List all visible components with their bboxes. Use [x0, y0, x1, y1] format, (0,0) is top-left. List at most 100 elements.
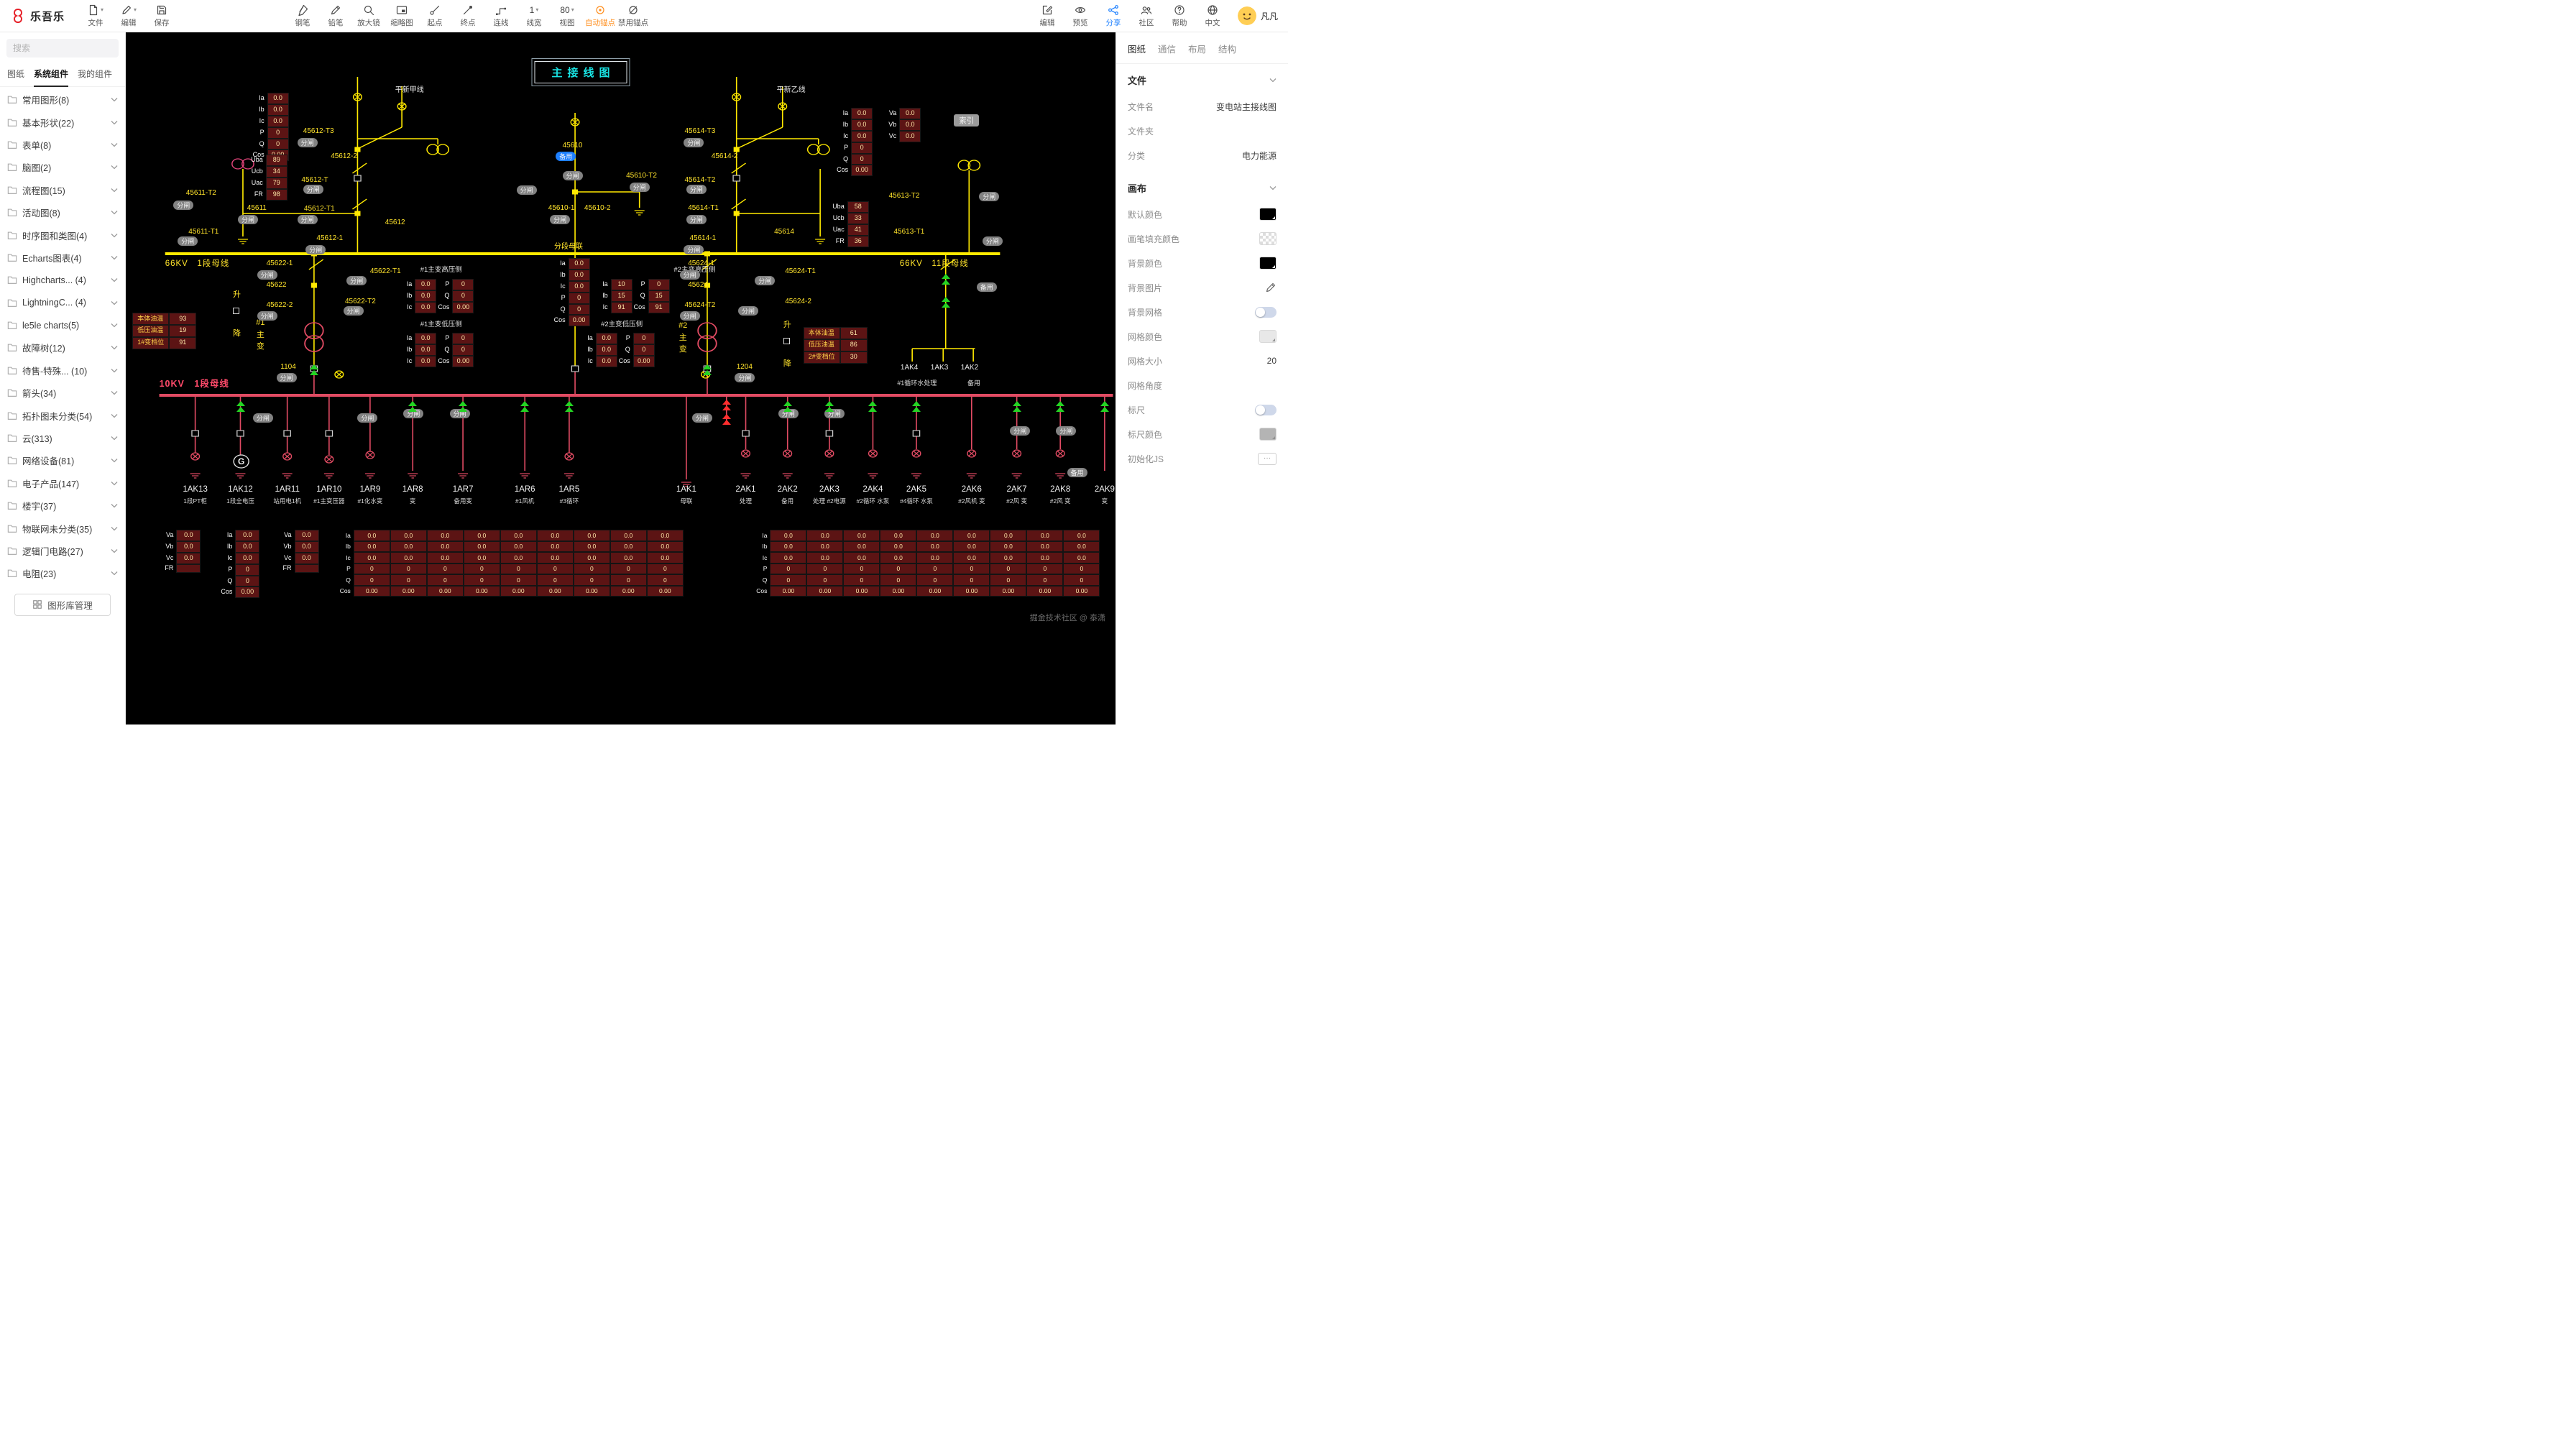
sidebar-category-21[interactable]: 电阻(23) [0, 562, 125, 584]
device-label[interactable]: 45622-1 [267, 260, 293, 268]
color-swatch-default-color[interactable] [1259, 208, 1276, 221]
action-community[interactable]: 社区 [1130, 1, 1163, 31]
status-badge[interactable]: 分闸 [738, 306, 758, 316]
sidebar-category-8[interactable]: Highcharts... (4) [0, 269, 125, 291]
sidebar-category-4[interactable]: 流程图(15) [0, 179, 125, 201]
device-label[interactable]: 1104 [280, 364, 296, 372]
sidebar-category-10[interactable]: le5le charts(5) [0, 314, 125, 336]
sidebar-category-5[interactable]: 活动图(8) [0, 201, 125, 224]
status-badge[interactable]: 备用 [977, 282, 997, 292]
device-label[interactable]: 45613-T2 [889, 193, 920, 201]
more-init-js[interactable]: ··· [1258, 453, 1276, 465]
feeder-2AK3[interactable]: 2AK3 [819, 485, 840, 494]
status-badge[interactable]: 分闸 [686, 185, 707, 194]
meter-panel[interactable]: Uba89Ucb34Uac79FR98 [249, 155, 288, 201]
status-badge[interactable]: 分闸 [298, 215, 318, 224]
status-badge[interactable]: 分闸 [686, 215, 707, 224]
feeder-1AR6[interactable]: 1AR6 [515, 485, 535, 494]
feeder-1AK13[interactable]: 1AK13 [183, 485, 208, 494]
status-badge[interactable]: 分闸 [1010, 426, 1030, 436]
device-label[interactable]: 45612-T [301, 177, 328, 185]
status-badge[interactable]: 分闸 [238, 215, 258, 224]
meter-panel-double[interactable]: Ia0.0P0Ib0.0Q0Ic0.0Cos0.00 [405, 333, 474, 367]
tap-indicator-box[interactable] [783, 338, 790, 344]
flow-indicator-arrow[interactable] [520, 401, 529, 413]
status-badge[interactable]: 分闸 [979, 192, 999, 201]
action-language[interactable]: 中文 [1196, 1, 1229, 31]
sidebar-category-0[interactable]: 常用图形(8) [0, 88, 125, 111]
sidebar-category-16[interactable]: 网络设备(81) [0, 449, 125, 472]
status-badge[interactable]: 分闸 [684, 245, 704, 254]
tool-end-point[interactable]: 终点 [451, 1, 484, 31]
device-label[interactable]: 45624-T1 [785, 268, 816, 276]
tool-magnifier[interactable]: 放大镜 [352, 1, 385, 31]
flow-indicator-arrow[interactable] [942, 274, 950, 286]
flow-indicator-arrow[interactable] [722, 414, 731, 426]
status-badge[interactable]: 分闸 [692, 413, 712, 423]
device-label[interactable]: 45614 [774, 229, 794, 236]
feeder-1AR11[interactable]: 1AR11 [275, 485, 300, 494]
meter-panel[interactable]: Uba58Ucb33Uac41FR36 [831, 201, 869, 247]
meter-panel[interactable]: Ia0.0Ib0.0Ic0.0P0Q0Cos0.00 [835, 108, 873, 176]
device-label[interactable]: 45611-T1 [188, 229, 218, 236]
flow-indicator-arrow[interactable] [942, 297, 950, 309]
sidebar-category-2[interactable]: 表单(8) [0, 134, 125, 156]
measurement-table[interactable]: Va0.0Vb0.0Vc0.0FR [282, 530, 319, 573]
device-label[interactable]: 45612-1 [316, 235, 343, 243]
feeder-1AR7[interactable]: 1AR7 [453, 485, 474, 494]
feeder-2AK1[interactable]: 2AK1 [735, 485, 755, 494]
tap-indicator-box[interactable] [233, 308, 239, 314]
panel-tab-0[interactable]: 图纸 [1128, 42, 1146, 55]
sidebar-tab-0[interactable]: 图纸 [7, 68, 24, 86]
device-label[interactable]: 45614-1 [690, 235, 717, 243]
flow-indicator-arrow[interactable] [722, 400, 731, 412]
status-badge[interactable]: 索引 [954, 114, 979, 126]
feeder-2AK2[interactable]: 2AK2 [778, 485, 798, 494]
toggle-ruler[interactable] [1255, 405, 1276, 415]
app-logo[interactable]: 乐吾乐 [10, 8, 65, 24]
sidebar-tab-1[interactable]: 系统组件 [34, 68, 68, 86]
feeder-1AK1[interactable]: 1AK1 [676, 485, 696, 494]
toggle-background-grid[interactable] [1255, 307, 1276, 318]
flow-indicator-arrow[interactable] [1056, 401, 1064, 413]
user-profile[interactable]: 凡凡 [1238, 6, 1278, 25]
flow-indicator-arrow[interactable] [825, 401, 834, 413]
device-label[interactable]: 1204 [737, 364, 753, 372]
search-input[interactable] [6, 39, 119, 58]
feeder-2AK6[interactable]: 2AK6 [962, 485, 982, 494]
flow-indicator-arrow[interactable] [408, 401, 417, 413]
field-category[interactable]: 电力能源 [1242, 150, 1276, 162]
feeder-2AK5[interactable]: 2AK5 [906, 485, 926, 494]
tap-control-label[interactable]: 升 [233, 288, 241, 300]
status-badge[interactable]: 备用 [1067, 468, 1087, 477]
device-label[interactable]: 45610-T2 [626, 172, 657, 180]
panel-tab-2[interactable]: 布局 [1188, 42, 1206, 55]
feeder-2AK8[interactable]: 2AK8 [1050, 485, 1070, 494]
feeder-1AK12[interactable]: 1AK12 [228, 485, 253, 494]
status-badge[interactable]: 分闸 [1056, 426, 1076, 436]
feeder-1AR10[interactable]: 1AR10 [316, 485, 341, 494]
feeder-1AR8[interactable]: 1AR8 [402, 485, 423, 494]
device-label[interactable]: 45622-2 [267, 302, 293, 310]
measurement-table-wide[interactable]: Ia0.00.00.00.00.00.00.00.00.0Ib0.00.00.0… [339, 530, 684, 597]
sidebar-category-14[interactable]: 拓扑图未分类(54) [0, 404, 125, 426]
status-badge[interactable]: 分闸 [298, 138, 318, 147]
device-label[interactable]: 平新甲线 [395, 87, 424, 95]
device-label[interactable]: 45614-T2 [685, 177, 716, 185]
measurement-table-wide[interactable]: Ia0.00.00.00.00.00.00.00.00.0Ib0.00.00.0… [755, 530, 1100, 597]
device-label[interactable]: #2主变低压侧 [601, 321, 643, 328]
status-badge[interactable]: 分闸 [346, 276, 367, 285]
device-label[interactable]: 45612-T1 [304, 206, 335, 213]
tool-minimap[interactable]: 缩略图 [385, 1, 418, 31]
device-label[interactable]: 45612-T3 [303, 128, 334, 136]
section-header-file[interactable]: 文件 [1128, 65, 1276, 94]
diagram-title[interactable]: 主接线图 [534, 61, 627, 83]
status-badge[interactable]: 分闸 [684, 138, 704, 147]
tap-control-label[interactable]: 降 [233, 327, 241, 339]
feeder-2AK7[interactable]: 2AK7 [1007, 485, 1027, 494]
sidebar-category-11[interactable]: 故障树(12) [0, 336, 125, 359]
device-label[interactable]: 45614-T3 [685, 128, 716, 136]
device-label[interactable]: 45611-T2 [186, 190, 216, 198]
device-label[interactable]: 45610-1 [548, 205, 575, 213]
status-badge[interactable]: 分闸 [680, 311, 700, 321]
